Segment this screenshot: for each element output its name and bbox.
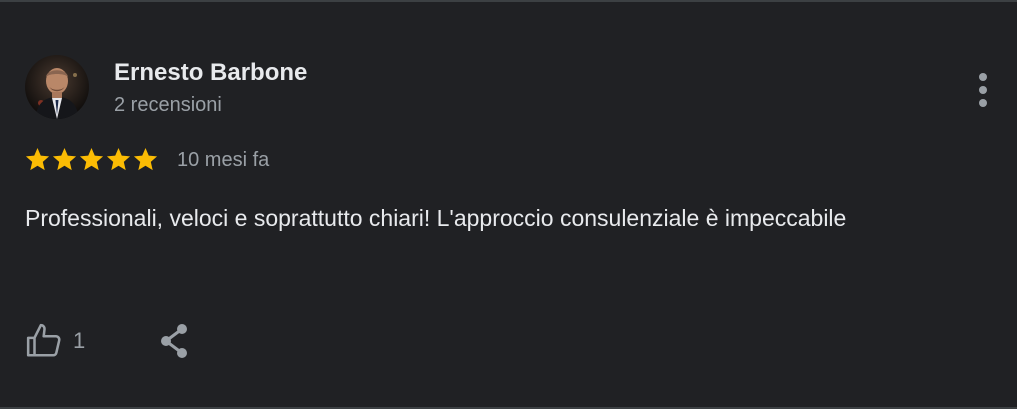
star-icon xyxy=(106,148,131,171)
author-name[interactable]: Ernesto Barbone xyxy=(114,59,307,87)
star-icon xyxy=(79,148,104,171)
author-review-count[interactable]: 2 recensioni xyxy=(114,93,222,117)
review-text: Professionali, veloci e soprattutto chia… xyxy=(25,205,847,231)
more-options-button[interactable] xyxy=(970,70,996,110)
share-button[interactable] xyxy=(155,320,193,362)
review-card: Ernesto Barbone 2 recensioni 10 mesi fa … xyxy=(0,0,1017,409)
share-icon xyxy=(161,324,187,358)
star-icon xyxy=(133,148,158,171)
star-rating xyxy=(24,146,159,174)
avatar[interactable] xyxy=(25,55,89,119)
like-count: 1 xyxy=(73,328,86,353)
more-vertical-icon xyxy=(979,73,987,107)
star-icon xyxy=(25,148,50,171)
like-button[interactable]: 1 xyxy=(25,320,85,362)
thumbs-up-icon xyxy=(26,323,61,357)
review-date: 10 mesi fa xyxy=(177,149,270,171)
star-icon xyxy=(52,148,77,171)
